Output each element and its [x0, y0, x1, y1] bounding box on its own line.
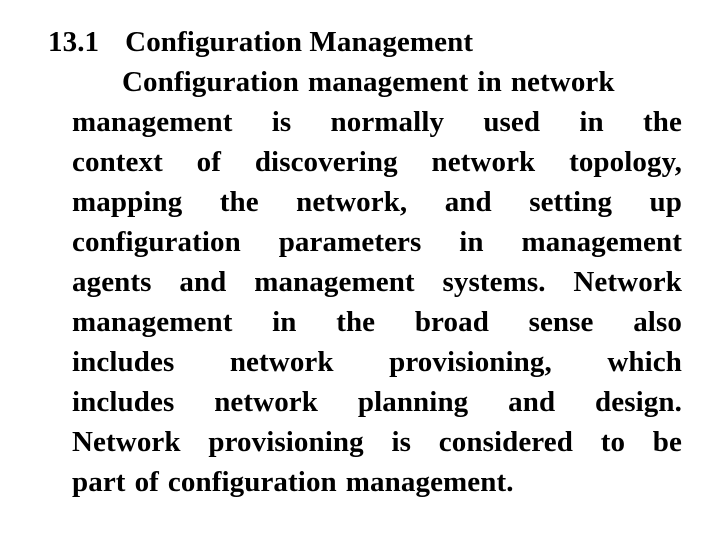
paragraph-word: sense	[528, 306, 594, 338]
paragraph-line: mapping the network, and setting up	[72, 182, 682, 222]
paragraph-word: up	[649, 186, 682, 218]
paragraph-word: context	[72, 146, 163, 178]
paragraph-word: of	[196, 146, 222, 178]
paragraph-line: management is normally used in the	[72, 102, 682, 142]
paragraph-word: configuration	[72, 226, 241, 258]
paragraph-word: includes	[72, 346, 175, 378]
paragraph-word: setting	[529, 186, 613, 218]
paragraph-word: considered	[438, 426, 573, 458]
paragraph-word: network	[510, 66, 615, 98]
paragraph-word: network,	[296, 186, 408, 218]
paragraph-word: the	[336, 306, 376, 338]
paragraph-word: the	[219, 186, 259, 218]
paragraph-word: used	[483, 106, 541, 138]
paragraph-word: planning	[357, 386, 469, 418]
paragraph-word: management	[72, 106, 233, 138]
paragraph-line: Configuration management in network	[72, 62, 682, 102]
section-title: Configuration Management	[125, 26, 474, 58]
paragraph-word: management	[254, 266, 415, 298]
paragraph-word: network	[214, 386, 318, 418]
paragraph-word: mapping	[72, 186, 183, 218]
paragraph-word: topology,	[569, 146, 682, 178]
paragraph-word: network	[431, 146, 536, 178]
paragraph-word: parameters	[278, 226, 422, 258]
paragraph-word: includes	[72, 386, 175, 418]
paragraph-word: normally	[330, 106, 445, 138]
paragraph-word: Configuration	[122, 66, 299, 98]
paragraph-line: configuration parameters in management	[72, 222, 682, 262]
paragraph-word: in	[459, 226, 484, 258]
paragraph-word: in	[579, 106, 604, 138]
section-number: 13.1	[48, 26, 100, 58]
paragraph-word: in	[272, 306, 297, 338]
paragraph-word: also	[633, 306, 682, 338]
paragraph-line: includes network planning and design.	[72, 382, 682, 422]
paragraph-word: provisioning,	[389, 346, 552, 378]
paragraph-line: management in the broad sense also	[72, 302, 682, 342]
paragraph-word: systems.	[442, 266, 546, 298]
paragraph-word: agents	[72, 266, 152, 298]
paragraph-word: and	[508, 386, 556, 418]
paragraph-word: provisioning	[208, 426, 364, 458]
body-paragraph: Configuration management in network manageme…	[72, 62, 682, 502]
paragraph-word: network	[229, 346, 334, 378]
paragraph-word: Network	[72, 426, 181, 458]
paragraph-word: and	[179, 266, 227, 298]
paragraph-word: management.	[345, 466, 514, 498]
paragraph-word: of	[134, 466, 159, 498]
paragraph-line: context of discovering network topology,	[72, 142, 682, 182]
paragraph-word: part	[72, 466, 126, 498]
paragraph-word: to	[600, 426, 626, 458]
slide-page: 13.1 Configuration Management Configurati…	[0, 0, 720, 540]
paragraph-word: Network	[573, 266, 682, 298]
section-heading: 13.1 Configuration Management	[48, 22, 688, 62]
paragraph-word: in	[477, 66, 502, 98]
paragraph-line: includes network provisioning, which	[72, 342, 682, 382]
paragraph-word: and	[444, 186, 492, 218]
paragraph-word: discovering	[254, 146, 398, 178]
paragraph-line: Network provisioning is considered to be	[72, 422, 682, 462]
paragraph-line: part of configuration management.	[72, 462, 682, 502]
paragraph-word: the	[643, 106, 682, 138]
paragraph-word: management	[72, 306, 233, 338]
paragraph-word: is	[391, 426, 412, 458]
paragraph-line: agents and management systems. Network	[72, 262, 682, 302]
paragraph-word: management	[521, 226, 682, 258]
paragraph-word: broad	[414, 306, 489, 338]
paragraph-word: be	[652, 426, 682, 458]
paragraph-word: management	[307, 66, 469, 98]
paragraph-word: configuration	[167, 466, 337, 498]
paragraph-word: which	[607, 346, 682, 378]
paragraph-word: is	[271, 106, 292, 138]
paragraph-word: design.	[595, 386, 682, 418]
